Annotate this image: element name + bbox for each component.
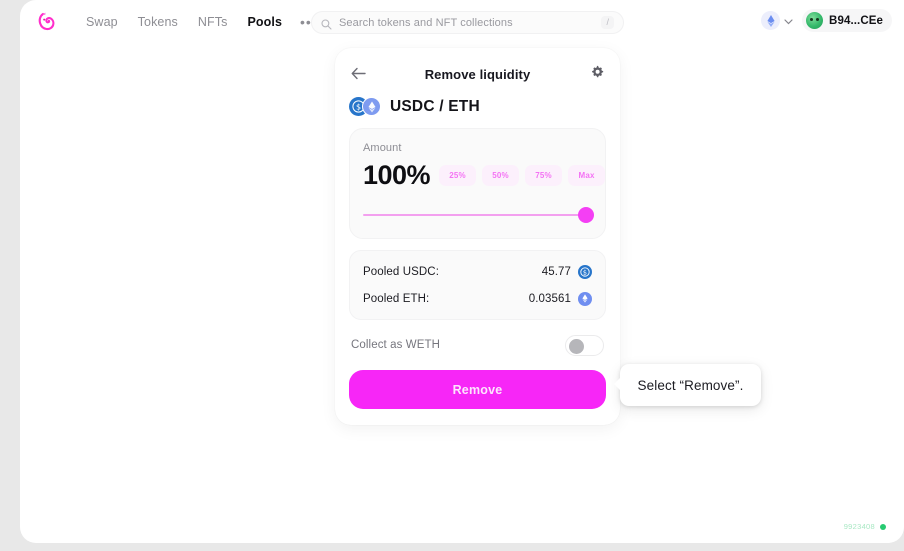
preset-25-button[interactable]: 25%	[439, 164, 477, 186]
chevron-down-icon	[784, 12, 793, 30]
pooled-amounts-panel: Pooled USDC: 45.77 $ Pooled ETH: 0.03561	[349, 250, 606, 320]
slider-thumb[interactable]	[578, 207, 594, 223]
preset-75-button[interactable]: 75%	[525, 164, 563, 186]
search-input[interactable]: Search tokens and NFT collections	[339, 17, 601, 29]
eth-icon	[578, 291, 592, 306]
pooled-eth-label: Pooled ETH:	[363, 292, 430, 305]
usdc-icon: $	[578, 264, 592, 279]
wallet-address-label: B94...CEe	[829, 14, 883, 27]
page-title: Remove liquidity	[424, 66, 531, 82]
preset-buttons: 25% 50% 75% Max	[439, 164, 606, 186]
token-pair-label: USDC / ETH	[390, 97, 480, 115]
status-dot-icon	[880, 523, 886, 530]
preset-50-button[interactable]: 50%	[482, 164, 520, 186]
gear-icon[interactable]	[588, 63, 606, 81]
slider-track	[363, 214, 592, 216]
collect-as-weth-row: Collect as WETH	[349, 334, 606, 356]
amount-label: Amount	[363, 142, 402, 154]
unicorn-logo-icon[interactable]	[32, 8, 62, 36]
nav-item-swap[interactable]: Swap	[76, 10, 128, 34]
back-arrow-icon[interactable]	[349, 64, 367, 82]
toggle-knob	[569, 338, 584, 354]
svg-text:$: $	[583, 268, 587, 276]
nav-item-pools[interactable]: Pools	[237, 10, 292, 34]
preset-max-button[interactable]: Max	[568, 164, 606, 186]
amount-value: 100%	[363, 160, 431, 190]
collect-as-weth-label: Collect as WETH	[351, 339, 441, 351]
ethereum-icon	[761, 11, 781, 30]
instruction-tooltip: Select “Remove”.	[614, 364, 761, 406]
network-selector[interactable]	[758, 9, 796, 32]
nav-item-tokens[interactable]: Tokens	[128, 10, 188, 34]
remove-button-label: Remove	[452, 382, 503, 397]
nav-item-nfts[interactable]: NFTs	[188, 10, 238, 34]
block-number-label: 9923408	[843, 522, 875, 531]
avatar	[806, 12, 824, 29]
app-header: Swap Tokens NFTs Pools ••• Search tokens…	[20, 0, 904, 45]
pooled-usdc-value: 45.77	[541, 265, 571, 278]
remove-liquidity-card: Remove liquidity $ USDC / ETH Amount 100…	[335, 48, 620, 425]
search-bar[interactable]: Search tokens and NFT collections /	[311, 11, 624, 34]
eth-icon	[362, 97, 381, 116]
wallet-button[interactable]: B94...CEe	[802, 9, 892, 32]
search-icon	[321, 17, 332, 30]
search-shortcut-badge: /	[601, 16, 614, 29]
pooled-eth-value: 0.03561	[528, 292, 571, 305]
header-actions: B94...CEe	[758, 9, 892, 32]
block-number-indicator[interactable]: 9923408	[844, 522, 886, 531]
collect-as-weth-toggle[interactable]	[565, 334, 604, 356]
pooled-row-usdc: Pooled USDC: 45.77 $	[363, 262, 592, 281]
svg-text:$: $	[356, 102, 361, 111]
tooltip-text: Select “Remove”.	[637, 377, 744, 393]
remove-button[interactable]: Remove	[349, 370, 606, 409]
token-pair-icons: $	[349, 97, 382, 116]
pooled-row-eth: Pooled ETH: 0.03561	[363, 289, 592, 308]
amount-slider[interactable]	[363, 207, 594, 223]
card-header: Remove liquidity	[349, 63, 606, 85]
app-window: Swap Tokens NFTs Pools ••• Search tokens…	[20, 0, 904, 543]
amount-row: 100% 25% 50% 75% Max	[363, 160, 606, 190]
pooled-usdc-label: Pooled USDC:	[363, 265, 439, 278]
amount-panel: Amount 100% 25% 50% 75% Max	[349, 128, 606, 239]
primary-navigation: Swap Tokens NFTs Pools •••	[32, 8, 326, 36]
token-pair: $ USDC / ETH	[349, 97, 606, 116]
